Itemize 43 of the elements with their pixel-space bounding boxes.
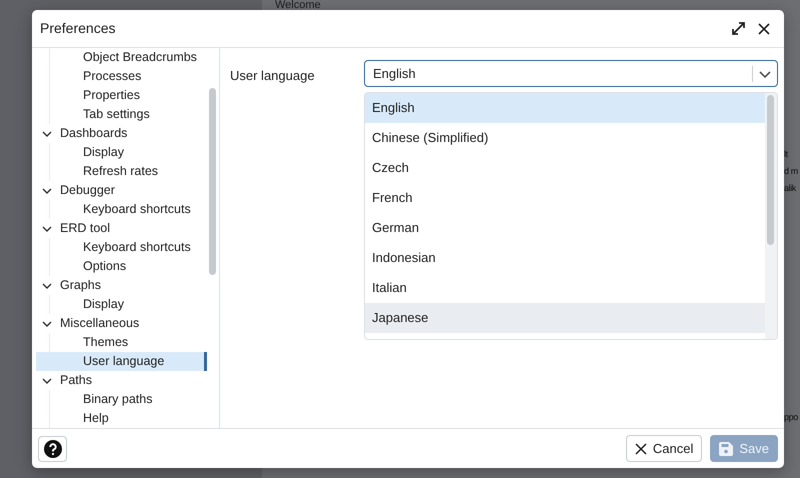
dropdown-option[interactable]: Japanese [365,303,765,333]
tree-item[interactable]: User language [36,352,207,371]
text-fragment: lt [784,148,788,161]
text-fragment: ppo [784,411,798,424]
tree-item[interactable]: Object Breadcrumbs [49,48,207,67]
help-icon [44,440,62,458]
close-icon[interactable] [758,22,770,34]
page-title: Welcome [275,0,321,10]
tree-group-item[interactable]: Graphs [36,276,207,295]
cancel-button[interactable]: Cancel [626,435,702,462]
language-select[interactable]: English [364,60,778,87]
tree-item[interactable]: Properties [49,86,207,105]
dropdown-option[interactable]: Italian [365,273,765,303]
tree-group-item[interactable]: ERD tool [36,219,207,238]
dropdown-option[interactable]: Indonesian [365,243,765,273]
tree-item[interactable]: Display [49,295,207,314]
close-icon [634,442,647,454]
tree-item[interactable]: Refresh rates [49,162,207,181]
dropdown-option[interactable]: French [365,183,765,213]
tree-group-item[interactable]: Dashboards [36,124,207,143]
scrollbar-thumb[interactable] [767,95,774,245]
dialog-title: Preferences [40,19,116,38]
tree-item[interactable]: Help [49,409,207,428]
tree-group-item[interactable]: Debugger [36,181,207,200]
tree-item[interactable]: Processes [49,67,207,86]
tree-group-item[interactable]: Paths [36,371,207,390]
tree-item[interactable]: Display [49,143,207,162]
text-fragment: alik [784,182,796,195]
help-button[interactable] [38,436,67,462]
field-label: User language [230,67,316,85]
tree-item[interactable]: Binary paths [49,390,207,409]
tree-item[interactable]: Tab settings [49,105,207,124]
text-fragment: d m [784,165,798,178]
tree-item[interactable]: Keyboard shortcuts [49,200,207,219]
dropdown-option[interactable]: German [365,213,765,243]
dropdown-option[interactable]: Czech [365,153,765,183]
tree-group-item[interactable]: Miscellaneous [36,314,207,333]
dropdown-option[interactable]: English [365,93,765,123]
tree-item[interactable]: Options [49,257,207,276]
dropdown-option[interactable]: Chinese (Simplified) [365,123,765,153]
tree-item[interactable]: Keyboard shortcuts [49,238,207,257]
maximize-icon[interactable] [731,21,746,36]
scrollbar-thumb[interactable] [209,88,216,275]
